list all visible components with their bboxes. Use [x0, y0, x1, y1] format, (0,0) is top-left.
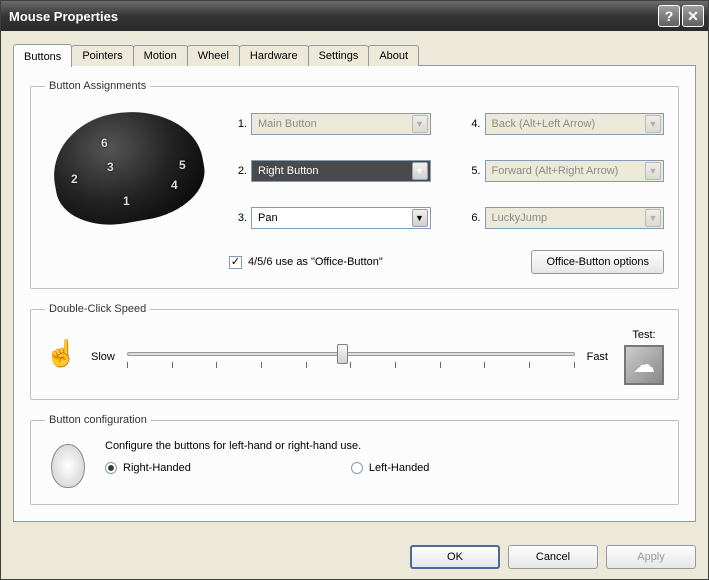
- client-area: Buttons Pointers Motion Wheel Hardware S…: [1, 31, 708, 535]
- mouse-properties-window: Mouse Properties ? ✕ Buttons Pointers Mo…: [0, 0, 709, 580]
- radio-right-handed[interactable]: Right-Handed: [105, 462, 191, 474]
- office-button-checkbox[interactable]: ✓: [229, 256, 242, 269]
- test-label: Test:: [632, 329, 655, 341]
- chevron-down-icon: ▼: [645, 115, 661, 133]
- assign-num-1: 1.: [229, 118, 247, 130]
- tab-motion[interactable]: Motion: [133, 45, 188, 66]
- close-button[interactable]: ✕: [682, 5, 704, 27]
- assign-num-4: 4.: [463, 118, 481, 130]
- mouse-num-3: 3: [107, 160, 114, 174]
- tab-about[interactable]: About: [368, 45, 419, 66]
- group-button-config: Button configuration Configure the butto…: [30, 414, 679, 505]
- cancel-button[interactable]: Cancel: [508, 545, 598, 569]
- mouse-num-1: 1: [123, 194, 130, 208]
- chevron-down-icon: ▼: [645, 209, 661, 227]
- chevron-down-icon[interactable]: ▼: [412, 162, 428, 180]
- ok-button[interactable]: OK: [410, 545, 500, 569]
- chevron-down-icon: ▼: [645, 162, 661, 180]
- radio-icon: [351, 462, 363, 474]
- assign-combo-1: Main Button ▼: [251, 113, 431, 135]
- tab-panel-buttons: Button Assignments 1 2 3 4 5 6 1.: [13, 65, 696, 522]
- assign-num-2: 2.: [229, 165, 247, 177]
- assign-combo-6: LuckyJump ▼: [485, 207, 665, 229]
- assign-combo-4: Back (Alt+Left Arrow) ▼: [485, 113, 665, 135]
- assign-combo-2[interactable]: Right Button ▼: [251, 160, 431, 182]
- tab-buttons[interactable]: Buttons: [13, 44, 72, 67]
- mouse-num-2: 2: [71, 172, 78, 186]
- double-click-test-area[interactable]: ☁: [624, 345, 664, 385]
- tabstrip: Buttons Pointers Motion Wheel Hardware S…: [13, 43, 696, 66]
- mouse-num-6: 6: [101, 136, 108, 150]
- mouse-illustration: 1 2 3 4 5 6: [45, 106, 215, 236]
- group-button-assignments: Button Assignments 1 2 3 4 5 6 1.: [30, 80, 679, 289]
- config-description: Configure the buttons for left-hand or r…: [105, 440, 664, 452]
- tab-hardware[interactable]: Hardware: [239, 45, 309, 66]
- legend-assignments: Button Assignments: [45, 80, 150, 92]
- tab-settings[interactable]: Settings: [308, 45, 370, 66]
- assign-num-6: 6.: [463, 212, 481, 224]
- mouse-num-4: 4: [171, 178, 178, 192]
- tab-wheel[interactable]: Wheel: [187, 45, 240, 66]
- hand-click-icon: [45, 340, 75, 374]
- legend-config: Button configuration: [45, 414, 151, 426]
- radio-icon: [105, 462, 117, 474]
- assign-combo-5: Forward (Alt+Right Arrow) ▼: [485, 160, 665, 182]
- assign-num-5: 5.: [463, 165, 481, 177]
- tab-pointers[interactable]: Pointers: [71, 45, 133, 66]
- apply-button[interactable]: Apply: [606, 545, 696, 569]
- slow-label: Slow: [91, 351, 115, 363]
- mouse-simple-icon: [45, 440, 89, 490]
- window-title: Mouse Properties: [9, 9, 658, 24]
- slider-thumb[interactable]: [337, 344, 348, 364]
- help-button[interactable]: ?: [658, 5, 680, 27]
- assign-combo-3[interactable]: Pan ▼: [251, 207, 431, 229]
- office-button-label: 4/5/6 use as "Office-Button": [248, 256, 383, 268]
- radio-left-handed[interactable]: Left-Handed: [351, 462, 430, 474]
- chevron-down-icon[interactable]: ▼: [412, 209, 428, 227]
- mouse-num-5: 5: [179, 158, 186, 172]
- fast-label: Fast: [587, 351, 608, 363]
- titlebar: Mouse Properties ? ✕: [1, 1, 708, 31]
- legend-double-click: Double-Click Speed: [45, 303, 150, 315]
- office-button-options[interactable]: Office-Button options: [531, 250, 664, 274]
- chevron-down-icon: ▼: [412, 115, 428, 133]
- assign-num-3: 3.: [229, 212, 247, 224]
- dialog-button-row: OK Cancel Apply: [1, 535, 708, 579]
- group-double-click: Double-Click Speed Slow F: [30, 303, 679, 400]
- double-click-slider[interactable]: [127, 342, 575, 372]
